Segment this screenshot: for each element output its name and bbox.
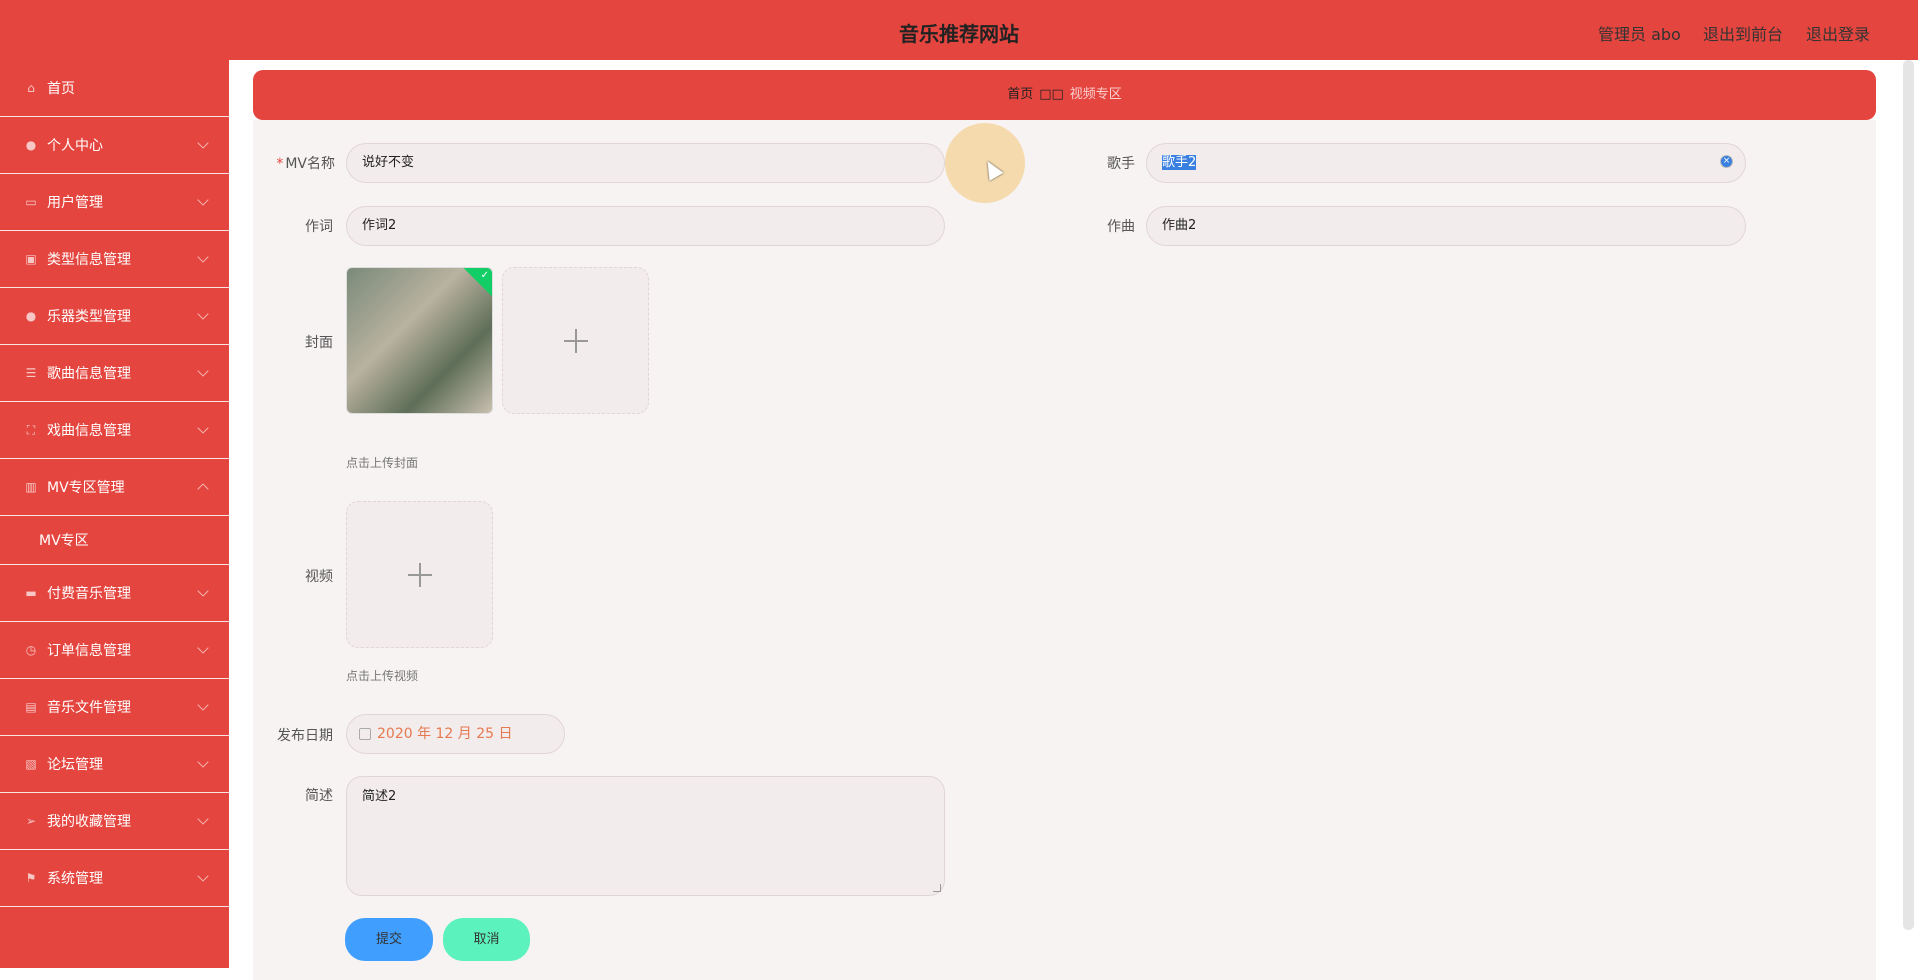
sidebar-nav: ⌂ 首页 ● 个人中心 ▭ 用户管理 ▣ 类型信息管理 ● 乐器类型管理 ☰ 歌…: [0, 60, 229, 968]
sidebar-item-label: 系统管理: [47, 871, 103, 887]
sidebar-item-music-file[interactable]: ▤ 音乐文件管理: [0, 679, 229, 736]
home-icon: ⌂: [27, 81, 35, 95]
video-label: 视频: [305, 569, 333, 585]
scrollbar-thumb[interactable]: [1903, 60, 1914, 930]
sidebar-item-label: 音乐文件管理: [47, 700, 131, 716]
sidebar-item-system[interactable]: ⚑ 系统管理: [0, 850, 229, 907]
sidebar-item-favorites[interactable]: ➢ 我的收藏管理: [0, 793, 229, 850]
breadcrumb: 首页 □□ 视频专区: [253, 70, 1876, 120]
chevron-down-icon: [197, 365, 209, 377]
lyricist-input[interactable]: 作词2: [346, 206, 945, 246]
flag-icon: ⚑: [25, 871, 37, 885]
logout-link[interactable]: 退出登录: [1806, 21, 1870, 45]
sidebar-item-label: 首页: [47, 81, 75, 97]
chevron-up-icon: [197, 483, 209, 495]
fullscreen-icon: ⛶: [26, 422, 36, 437]
sidebar-item-label: 论坛管理: [47, 757, 103, 773]
chevron-down-icon: [197, 137, 209, 149]
sidebar-item-instrument-type[interactable]: ● 乐器类型管理: [0, 288, 229, 345]
lyricist-label: 作词: [305, 219, 333, 235]
id-card-icon: ▭: [25, 195, 37, 209]
release-date-value: 2020 年 12 月 25 日: [377, 726, 513, 742]
sidebar-item-type-info[interactable]: ▣ 类型信息管理: [0, 231, 229, 288]
clear-icon[interactable]: ×: [1720, 155, 1733, 168]
admin-user-label: 管理员 abo: [1598, 25, 1681, 44]
release-date-picker[interactable]: 2020 年 12 月 25 日: [346, 714, 565, 754]
chevron-down-icon: [197, 251, 209, 263]
sidebar-item-opera-info[interactable]: ⛶ 戏曲信息管理: [0, 402, 229, 459]
sidebar-item-user-management[interactable]: ▭ 用户管理: [0, 174, 229, 231]
composer-label: 作曲: [1107, 219, 1135, 235]
breadcrumb-home[interactable]: 首页: [1007, 87, 1033, 102]
sidebar-item-label: 个人中心: [47, 138, 103, 154]
cover-upload-button[interactable]: [502, 267, 649, 414]
exit-to-frontend-link[interactable]: 退出到前台: [1703, 21, 1783, 45]
cover-image-thumbnail[interactable]: ✓: [346, 267, 493, 414]
chevron-down-icon: [197, 422, 209, 434]
calendar-icon: [359, 728, 371, 740]
page-scrollbar[interactable]: [1899, 60, 1918, 968]
user-icon: ●: [25, 138, 37, 152]
chevron-down-icon: [197, 194, 209, 206]
clock-icon: ◷: [25, 643, 37, 657]
plus-icon: [563, 328, 588, 353]
submit-button[interactable]: 提交: [345, 918, 433, 961]
resize-handle-icon[interactable]: [933, 884, 941, 892]
chevron-down-icon: [197, 870, 209, 882]
clipboard-icon: ▧: [25, 757, 37, 771]
video-upload-hint: 点击上传视频: [346, 669, 419, 683]
breadcrumb-current: 视频专区: [1069, 87, 1122, 102]
summary-label: 简述: [305, 788, 333, 804]
chevron-down-icon: [197, 699, 209, 711]
check-icon: ✓: [480, 270, 489, 281]
mv-name-label: * MV名称: [276, 156, 335, 172]
sidebar-item-personal-center[interactable]: ● 个人中心: [0, 117, 229, 174]
sidebar-item-paid-music[interactable]: ▬ 付费音乐管理: [0, 565, 229, 622]
sidebar-subitem-label: MV专区: [39, 533, 89, 549]
sidebar-item-forum[interactable]: ▧ 论坛管理: [0, 736, 229, 793]
cover-label: 封面: [305, 335, 333, 351]
sidebar-item-label: MV专区管理: [47, 480, 125, 496]
release-date-label: 发布日期: [277, 728, 333, 744]
image-icon: ▣: [25, 252, 37, 266]
required-mark: *: [276, 156, 284, 172]
sidebar-item-label: 用户管理: [47, 195, 103, 211]
plus-icon: [407, 562, 432, 587]
chevron-down-icon: [197, 642, 209, 654]
singer-input[interactable]: 歌手2 ×: [1146, 143, 1746, 183]
sidebar-item-label: 订单信息管理: [47, 643, 131, 659]
chevron-down-icon: [197, 585, 209, 597]
sidebar-subitem-mv-zone[interactable]: MV专区: [0, 516, 229, 565]
sidebar-item-label: 乐器类型管理: [47, 309, 131, 325]
monitor-icon: ▬: [25, 586, 37, 600]
singer-value: 歌手2: [1162, 155, 1197, 170]
video-upload-button[interactable]: [346, 501, 493, 648]
chevron-down-icon: [197, 813, 209, 825]
cover-upload-hint: 点击上传封面: [346, 456, 419, 470]
sidebar-item-label: 类型信息管理: [47, 252, 131, 268]
sidebar-item-mv-management[interactable]: ▥ MV专区管理: [0, 459, 229, 516]
singer-label: 歌手: [1107, 156, 1135, 172]
summary-value: 简述2: [362, 789, 397, 804]
summary-textarea[interactable]: 简述2: [346, 776, 945, 896]
cancel-button[interactable]: 取消: [443, 918, 530, 961]
sidebar-item-song-info[interactable]: ☰ 歌曲信息管理: [0, 345, 229, 402]
location-icon: ●: [25, 309, 37, 323]
chevron-down-icon: [197, 308, 209, 320]
sidebar-item-label: 戏曲信息管理: [47, 423, 131, 439]
send-icon: ➢: [25, 814, 37, 828]
sidebar-item-home[interactable]: ⌂ 首页: [0, 60, 229, 117]
data-icon: ▥: [25, 480, 37, 494]
breadcrumb-separator: □□: [1039, 87, 1064, 102]
top-header: 音乐推荐网站 管理员 abo 退出到前台 退出登录: [0, 0, 1918, 60]
sliders-icon: ☰: [25, 366, 37, 380]
sidebar-item-label: 我的收藏管理: [47, 814, 131, 830]
composer-input[interactable]: 作曲2: [1146, 206, 1746, 246]
sidebar-item-order-info[interactable]: ◷ 订单信息管理: [0, 622, 229, 679]
sidebar-item-label: 歌曲信息管理: [47, 366, 131, 382]
mv-name-input[interactable]: 说好不变: [346, 143, 945, 183]
chevron-down-icon: [197, 756, 209, 768]
sidebar-item-label: 付费音乐管理: [47, 586, 131, 602]
doc-icon: ▤: [25, 700, 37, 714]
